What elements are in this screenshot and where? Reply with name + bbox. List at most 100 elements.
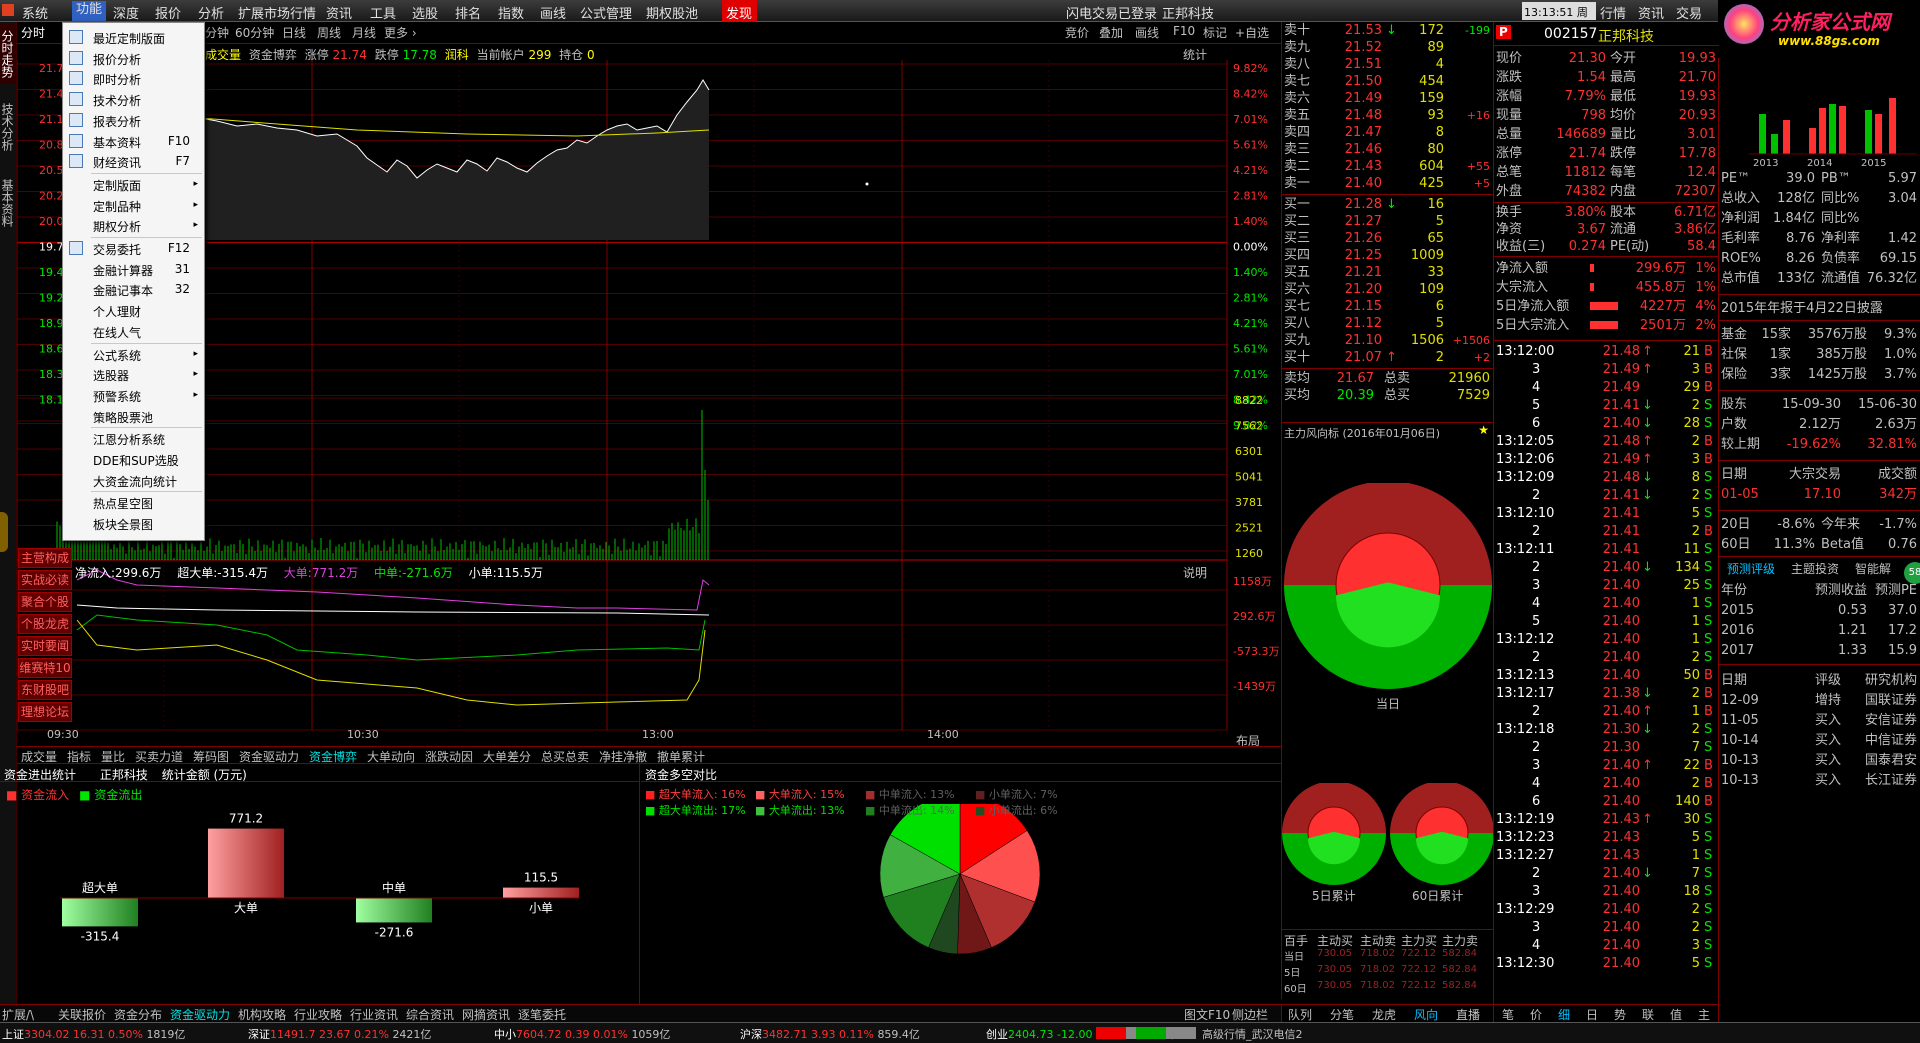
tab-fenshi[interactable]: 分时 xyxy=(21,24,45,41)
tab-hangqing[interactable]: 行情 xyxy=(1600,3,1626,22)
bottom-tab-3[interactable]: 资金驱动力 xyxy=(170,1006,230,1023)
vtab-basic[interactable]: 基本资料 xyxy=(0,168,16,238)
tick-tab-0[interactable]: 笔 xyxy=(1502,1006,1514,1023)
indicator-tab-0[interactable]: 成交量 xyxy=(21,748,57,765)
forecast-tab-0[interactable]: 预测评级 xyxy=(1727,560,1775,577)
bottom-tab-8[interactable]: 网摘资讯 xyxy=(462,1006,510,1023)
tab-jiaoyi[interactable]: 交易 xyxy=(1676,3,1702,22)
menu-item-23[interactable]: 板块全景图 xyxy=(63,513,204,533)
menu-item-13[interactable]: 个人理财 xyxy=(63,300,204,320)
bottom-tab-6[interactable]: 行业资讯 xyxy=(350,1006,398,1023)
found-button[interactable]: 发现 xyxy=(726,3,752,22)
indicator-tab-10[interactable]: 总买总卖 xyxy=(541,748,589,765)
btn-jingjia[interactable]: 竞价 xyxy=(1065,24,1089,41)
tick-tab-3[interactable]: 日 xyxy=(1586,1006,1598,1023)
float-badge[interactable]: 58 xyxy=(1904,562,1920,584)
tick-tab-6[interactable]: 值 xyxy=(1670,1006,1682,1023)
side-button-7[interactable]: 理想论坛 xyxy=(18,702,72,722)
side-button-6[interactable]: 东财股吧 xyxy=(18,680,72,700)
menu-item-14[interactable]: 在线人气 xyxy=(63,321,204,341)
forecast-tab-1[interactable]: 主题投资 xyxy=(1791,560,1839,577)
side-button-5[interactable]: 维赛特10 xyxy=(18,658,72,678)
menu-item-2[interactable]: 即时分析 xyxy=(63,68,204,88)
f10-tab[interactable]: 图文F10 xyxy=(1184,1006,1230,1023)
menu-2[interactable]: 深度 xyxy=(113,3,139,22)
menu-item-15[interactable]: 公式系统 ▸ xyxy=(63,344,204,364)
tab-day[interactable]: 日线 xyxy=(282,24,306,41)
mid-tab-1[interactable]: 分笔 xyxy=(1330,1006,1354,1023)
btn-diejia[interactable]: 叠加 xyxy=(1099,24,1123,41)
indicator-tab-9[interactable]: 大单差分 xyxy=(483,748,531,765)
menu-8[interactable]: 选股 xyxy=(412,3,438,22)
collapse-handle[interactable] xyxy=(0,512,8,552)
indicator-tab-5[interactable]: 资金驱动力 xyxy=(239,748,299,765)
btn-biaoji[interactable]: 标记 xyxy=(1203,24,1227,41)
index-2[interactable]: 中小7604.72 0.39 0.01% 1059亿 xyxy=(494,1026,670,1042)
menu-7[interactable]: 工具 xyxy=(370,3,396,22)
btn-add-fav[interactable]: +自选 xyxy=(1235,24,1269,41)
menu-item-16[interactable]: 选股器 ▸ xyxy=(63,364,204,384)
bottom-tab-5[interactable]: 行业攻略 xyxy=(294,1006,342,1023)
menu-6[interactable]: 资讯 xyxy=(326,3,352,22)
menu-0[interactable]: 系统 xyxy=(22,3,48,22)
menu-4[interactable]: 分析 xyxy=(198,3,224,22)
bottom-tab-9[interactable]: 逐笔委托 xyxy=(518,1006,566,1023)
tab-month[interactable]: 月线 xyxy=(352,24,376,41)
tab-week[interactable]: 周线 xyxy=(317,24,341,41)
btn-huaxian[interactable]: 画线 xyxy=(1135,24,1159,41)
menu-item-0[interactable]: 最近定制版面 xyxy=(63,27,204,47)
menu-item-5[interactable]: 基本资料 F10 xyxy=(63,131,204,151)
menu-item-4[interactable]: 报表分析 xyxy=(63,110,204,130)
menu-item-20[interactable]: DDE和SUP选股 xyxy=(63,449,204,469)
menu-10[interactable]: 指数 xyxy=(498,3,524,22)
index-3[interactable]: 沪深3482.71 3.93 0.11% 859.4亿 xyxy=(740,1026,920,1042)
menu-item-3[interactable]: 技术分析 xyxy=(63,89,204,109)
index-0[interactable]: 上证3304.02 16.31 0.50% 1819亿 xyxy=(2,1026,185,1042)
menu-9[interactable]: 排名 xyxy=(455,3,481,22)
indicator-tab-11[interactable]: 净挂净撤 xyxy=(599,748,647,765)
menu-13[interactable]: 期权股池 xyxy=(646,3,698,22)
indicator-tab-4[interactable]: 筹码图 xyxy=(193,748,229,765)
menu-item-22[interactable]: 热点星空图 xyxy=(63,492,204,512)
mid-tab-2[interactable]: 龙虎 xyxy=(1372,1006,1396,1023)
side-button-0[interactable]: 主营构成 xyxy=(18,548,72,568)
menu-item-6[interactable]: 财经资讯 F7 xyxy=(63,151,204,171)
side-button-4[interactable]: 实时要闻 xyxy=(18,636,72,656)
flow-note[interactable]: 说明 xyxy=(1183,564,1207,581)
menu-5[interactable]: 扩展市场行情 xyxy=(238,3,316,22)
menu-item-17[interactable]: 预警系统 ▸ xyxy=(63,385,204,405)
menu-item-19[interactable]: 江恩分析系统 xyxy=(63,428,204,448)
indicator-tab-6[interactable]: 资金博弈 xyxy=(309,748,357,765)
indicator-tab-2[interactable]: 量比 xyxy=(101,748,125,765)
tab-min[interactable]: 分钟 xyxy=(205,24,229,41)
tab-more[interactable]: 更多 › xyxy=(384,24,417,41)
tick-tab-7[interactable]: 主 xyxy=(1698,1006,1710,1023)
tick-tab-4[interactable]: 势 xyxy=(1614,1006,1626,1023)
btn-f10[interactable]: F10 xyxy=(1173,24,1195,38)
indicator-tab-7[interactable]: 大单动向 xyxy=(367,748,415,765)
menu-12[interactable]: 公式管理 xyxy=(580,3,632,22)
star-icon[interactable]: ★ xyxy=(1478,423,1489,437)
menu-1[interactable]: 功能 xyxy=(72,1,107,21)
indicator-tab-3[interactable]: 买卖力道 xyxy=(135,748,183,765)
bottom-tab-7[interactable]: 综合资讯 xyxy=(406,1006,454,1023)
side-button-1[interactable]: 实战必读 xyxy=(18,570,72,590)
bottom-tab-2[interactable]: 资金分布 xyxy=(114,1006,162,1023)
menu-item-10[interactable]: 交易委托 F12 xyxy=(63,238,204,258)
menu-item-8[interactable]: 定制品种 ▸ xyxy=(63,195,204,215)
menu-item-12[interactable]: 金融记事本 32 xyxy=(63,279,204,299)
indicator-tab-8[interactable]: 涨跌动因 xyxy=(425,748,473,765)
menu-11[interactable]: 画线 xyxy=(540,3,566,22)
tab-60min[interactable]: 60分钟 xyxy=(235,24,274,41)
mid-tab-3[interactable]: 风向 xyxy=(1414,1006,1438,1023)
indicator-tab-12[interactable]: 撤单累计 xyxy=(657,748,705,765)
side-button-2[interactable]: 聚合个股 xyxy=(18,592,72,612)
mid-tab-4[interactable]: 直播 xyxy=(1456,1006,1480,1023)
side-button-3[interactable]: 个股龙虎 xyxy=(18,614,72,634)
menu-item-7[interactable]: 定制版面 ▸ xyxy=(63,174,204,194)
tick-tab-2[interactable]: 细 xyxy=(1558,1006,1570,1023)
indicator-tab-1[interactable]: 指标 xyxy=(67,748,91,765)
tab-zixun[interactable]: 资讯 xyxy=(1638,3,1664,22)
menu-item-1[interactable]: 报价分析 xyxy=(63,48,204,68)
menu-item-9[interactable]: 期权分析 ▸ xyxy=(63,215,204,235)
